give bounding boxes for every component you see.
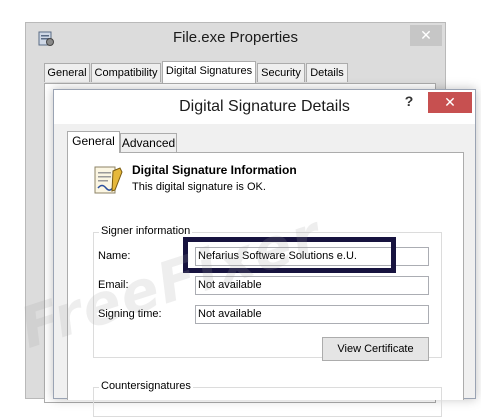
countersignatures-group: Countersignatures (93, 380, 442, 417)
signature-status-text: This digital signature is OK. (132, 181, 266, 193)
tab-compatibility[interactable]: Compatibility (91, 63, 161, 82)
countersignatures-label: Countersignatures (99, 380, 193, 392)
view-certificate-button[interactable]: View Certificate (322, 337, 429, 361)
email-field[interactable]: Not available (195, 276, 429, 295)
signature-details-dialog: Digital Signature Details ? ✕ General Ad… (53, 89, 476, 417)
name-highlight-box (183, 237, 396, 273)
dialog-close-button[interactable]: ✕ (428, 92, 472, 113)
help-button[interactable]: ? (397, 93, 421, 113)
dialog-tab-advanced[interactable]: Advanced (120, 133, 177, 153)
signing-time-label: Signing time: (98, 308, 162, 320)
properties-window-title: File.exe Properties (172, 29, 299, 46)
tab-security[interactable]: Security (257, 63, 305, 82)
tab-digital-signatures[interactable]: Digital Signatures (162, 61, 256, 83)
dialog-tab-general[interactable]: General (67, 131, 120, 153)
signature-info-heading: Digital Signature Information (132, 163, 297, 177)
tab-general[interactable]: General (44, 63, 90, 82)
signer-group-label: Signer information (99, 225, 193, 237)
dialog-general-panel: Digital Signature Information This digit… (67, 152, 464, 417)
dialog-title-bar: Digital Signature Details ? ✕ (54, 90, 475, 124)
properties-close-button[interactable]: ✕ (410, 25, 442, 46)
certificate-icon (94, 166, 123, 194)
tab-details[interactable]: Details (306, 63, 348, 82)
name-label: Name: (98, 250, 131, 262)
email-label: Email: (98, 279, 129, 291)
signing-time-field[interactable]: Not available (195, 305, 429, 324)
properties-title-bar: File.exe Properties ✕ (26, 23, 445, 53)
